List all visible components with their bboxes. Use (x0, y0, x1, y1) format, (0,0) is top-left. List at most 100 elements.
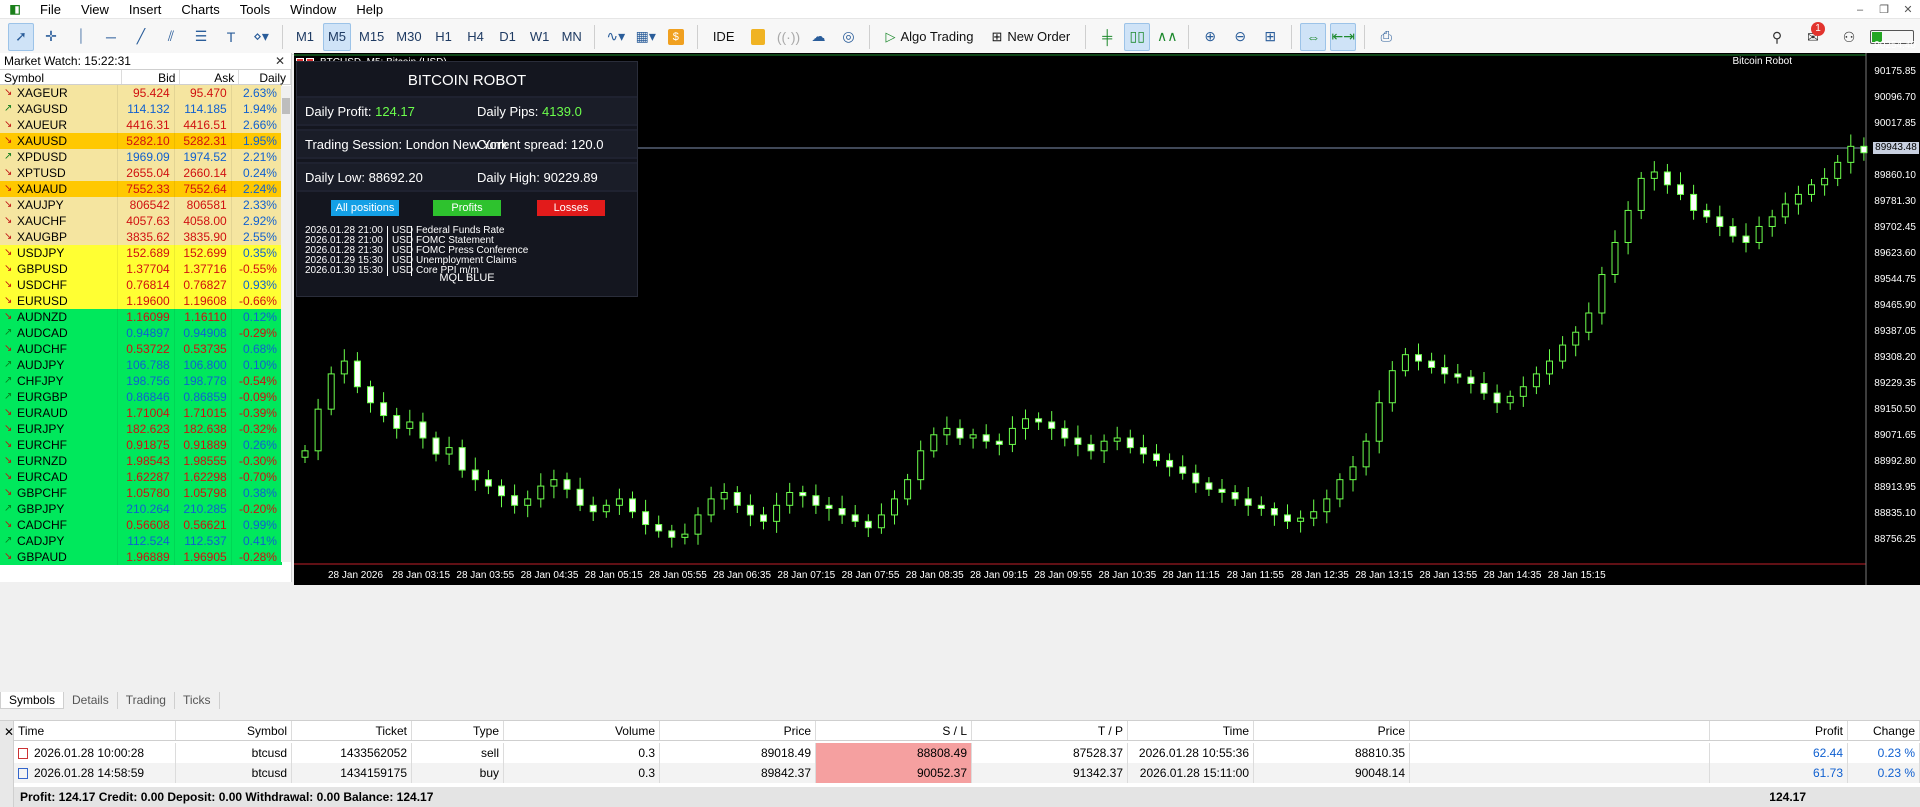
vps-icon[interactable]: ◎ (835, 23, 861, 51)
chart-shift-icon[interactable]: ⇤⇥ (1330, 22, 1357, 51)
tab-details[interactable]: Details (64, 692, 118, 709)
restore-icon[interactable]: ❐ (1872, 0, 1896, 19)
shapes-icon[interactable]: ⋄▾ (248, 23, 274, 51)
market-watch-row[interactable]: ↘ EURAUD 1.71004 1.71015 -0.39% (0, 405, 282, 421)
close-icon[interactable]: ✕ (275, 53, 291, 69)
timeframe-m1[interactable]: M1 (291, 23, 319, 51)
market-watch-row[interactable]: ↘ EURCHF 0.91875 0.91889 0.26% (0, 437, 282, 453)
market-watch-row[interactable]: ↘ USDJPY 152.689 152.699 0.35% (0, 245, 282, 261)
market-watch-row[interactable]: ↘ EURNZD 1.98543 1.98555 -0.30% (0, 453, 282, 469)
timeframe-m5[interactable]: M5 (323, 22, 351, 51)
timeframe-d1[interactable]: D1 (494, 23, 522, 51)
candlestick-icon[interactable]: ▯▯ (1124, 22, 1151, 51)
market-watch-row[interactable]: ↘ EURJPY 182.623 182.638 -0.32% (0, 421, 282, 437)
col-tp[interactable]: T / P (972, 721, 1128, 740)
bar-chart-icon[interactable]: ╪ (1094, 23, 1120, 51)
market-watch-row[interactable]: ↘ XAGEUR 95.424 95.470 2.63% (0, 85, 282, 101)
col-close-price[interactable]: Price (1254, 721, 1410, 740)
market-watch-row[interactable]: ↗ CADJPY 112.524 112.537 0.41% (0, 533, 282, 549)
col-price[interactable]: Price (660, 721, 816, 740)
coin-icon[interactable]: $ (663, 23, 689, 51)
price-axis[interactable]: 90254.4090175.8590096.7090017.8589938.48… (1866, 40, 1920, 585)
market-watch-row[interactable]: ↗ XPDUSD 1969.09 1974.52 2.21% (0, 149, 282, 165)
zoom-in-icon[interactable]: ⊕ (1197, 23, 1223, 51)
col-bid[interactable]: Bid (122, 70, 181, 85)
crosshair-icon[interactable]: ✛ (38, 23, 64, 51)
cloud-icon[interactable]: ☁ (805, 23, 831, 51)
tab-trading[interactable]: Trading (118, 692, 175, 709)
losses-button[interactable]: Losses (537, 200, 605, 216)
market-watch-row[interactable]: ↘ EURUSD 1.19600 1.19608 -0.66% (0, 293, 282, 309)
algo-trading-button[interactable]: ▷ Algo Trading (878, 23, 980, 51)
market-watch-row[interactable]: ↘ XAUEUR 4416.31 4416.51 2.66% (0, 117, 282, 133)
market-watch-row[interactable]: ↘ XPTUSD 2655.04 2660.14 0.24% (0, 165, 282, 181)
fibonacci-icon[interactable]: ☰ (188, 23, 214, 51)
trade-row[interactable]: 2026.01.28 10:00:28 btcusd 1433562052 sell 0… (14, 743, 1920, 763)
menu-help[interactable]: Help (346, 0, 393, 19)
menu-file[interactable]: File (30, 0, 71, 19)
col-symbol[interactable]: Symbol (0, 70, 122, 85)
tab-symbols[interactable]: Symbols (0, 692, 65, 709)
market-watch-row[interactable]: ↘ GBPUSD 1.37704 1.37716 -0.55% (0, 261, 282, 277)
col-time[interactable]: Time (14, 721, 176, 740)
market-watch-row[interactable]: ↘ XAUJPY 806542 806581 2.33% (0, 197, 282, 213)
market-watch-row[interactable]: ↘ XAUCHF 4057.63 4058.00 2.92% (0, 213, 282, 229)
trendline-icon[interactable]: ╱ (128, 23, 154, 51)
tile-windows-icon[interactable]: ⊞ (1257, 23, 1283, 51)
minimize-icon[interactable]: – (1848, 0, 1872, 19)
menu-insert[interactable]: Insert (119, 0, 172, 19)
notifications-icon[interactable]: ✉ 1 (1800, 22, 1826, 51)
market-watch-row[interactable]: ↘ CADCHF 0.56608 0.56621 0.99% (0, 517, 282, 533)
market-watch-row[interactable]: ↗ CHFJPY 198.756 198.778 -0.54% (0, 373, 282, 389)
new-order-button[interactable]: ⊞ New Order (984, 23, 1077, 51)
market-watch-row[interactable]: ↗ EURGBP 0.86846 0.86859 -0.09% (0, 389, 282, 405)
account-icon[interactable]: ⚇ (1836, 23, 1862, 51)
menu-tools[interactable]: Tools (230, 0, 280, 19)
market-watch-row[interactable]: ↘ GBPCHF 1.05780 1.05798 0.38% (0, 485, 282, 501)
timeframe-mn[interactable]: MN (558, 23, 586, 51)
col-type[interactable]: Type (412, 721, 504, 740)
trade-row[interactable]: 2026.01.28 14:58:59 btcusd 1434159175 buy 0.… (14, 763, 1920, 783)
all-positions-button[interactable]: All positions (331, 200, 399, 216)
horizontal-line-icon[interactable]: ─ (98, 23, 124, 51)
market-watch-row[interactable]: ↗ GBPJPY 210.264 210.285 -0.20% (0, 501, 282, 517)
market-watch-row[interactable]: ↘ GBPAUD 1.96889 1.96905 -0.28% (0, 549, 282, 565)
close-icon[interactable]: ✕ (1896, 0, 1920, 19)
vertical-line-icon[interactable]: ⏐ (68, 23, 94, 51)
line-chart-icon[interactable]: ∧∧ (1154, 23, 1180, 51)
channel-icon[interactable]: ⫽ (158, 23, 184, 51)
menu-charts[interactable]: Charts (171, 0, 229, 19)
col-daily-change[interactable]: Daily Ch... (239, 70, 292, 101)
col-ticket[interactable]: Ticket (292, 721, 412, 740)
market-watch-scrollbar[interactable] (281, 86, 291, 562)
screenshot-icon[interactable]: ⎙ (1373, 23, 1399, 51)
market-watch-row[interactable]: ↘ AUDCHF 0.53722 0.53735 0.68% (0, 341, 282, 357)
market-watch-row[interactable]: ↘ XAUAUD 7552.33 7552.64 2.24% (0, 181, 282, 197)
search-icon[interactable]: ⚲ (1764, 23, 1790, 51)
zoom-out-icon[interactable]: ⊖ (1227, 23, 1253, 51)
tab-ticks[interactable]: Ticks (175, 692, 220, 709)
col-volume[interactable]: Volume (504, 721, 660, 740)
market-watch-row[interactable]: ↘ USDCHF 0.76814 0.76827 0.93% (0, 277, 282, 293)
menu-view[interactable]: View (71, 0, 119, 19)
col-close-time[interactable]: Time (1128, 721, 1254, 740)
text-tool-icon[interactable]: T (218, 23, 244, 51)
cursor-icon[interactable]: ➚ (8, 22, 34, 51)
col-profit[interactable]: Profit (1710, 721, 1848, 740)
chart-type-icon[interactable]: ∿▾ (603, 23, 629, 51)
market-watch-row[interactable]: ↗ XAGUSD 114.132 114.185 1.94% (0, 101, 282, 117)
col-ask[interactable]: Ask (180, 70, 240, 85)
col-sl[interactable]: S / L (816, 721, 972, 740)
signal-icon[interactable]: ((·)) (775, 23, 801, 51)
close-icon[interactable]: ✕ (4, 725, 14, 739)
ide-button[interactable]: IDE (706, 23, 742, 51)
profits-button[interactable]: Profits (433, 200, 501, 216)
timeframe-m30[interactable]: M30 (392, 23, 425, 51)
autoscroll-icon[interactable]: ⇔ (1300, 22, 1327, 51)
col-symbol[interactable]: Symbol (176, 721, 292, 740)
indicators-icon[interactable]: ▦▾ (633, 23, 659, 51)
col-change[interactable]: Change (1848, 721, 1920, 740)
market-watch-row[interactable]: ↘ XAUGBP 3835.62 3835.90 2.55% (0, 229, 282, 245)
market-watch-row[interactable]: ↗ AUDCAD 0.94897 0.94908 -0.29% (0, 325, 282, 341)
timeframe-m15[interactable]: M15 (355, 23, 388, 51)
